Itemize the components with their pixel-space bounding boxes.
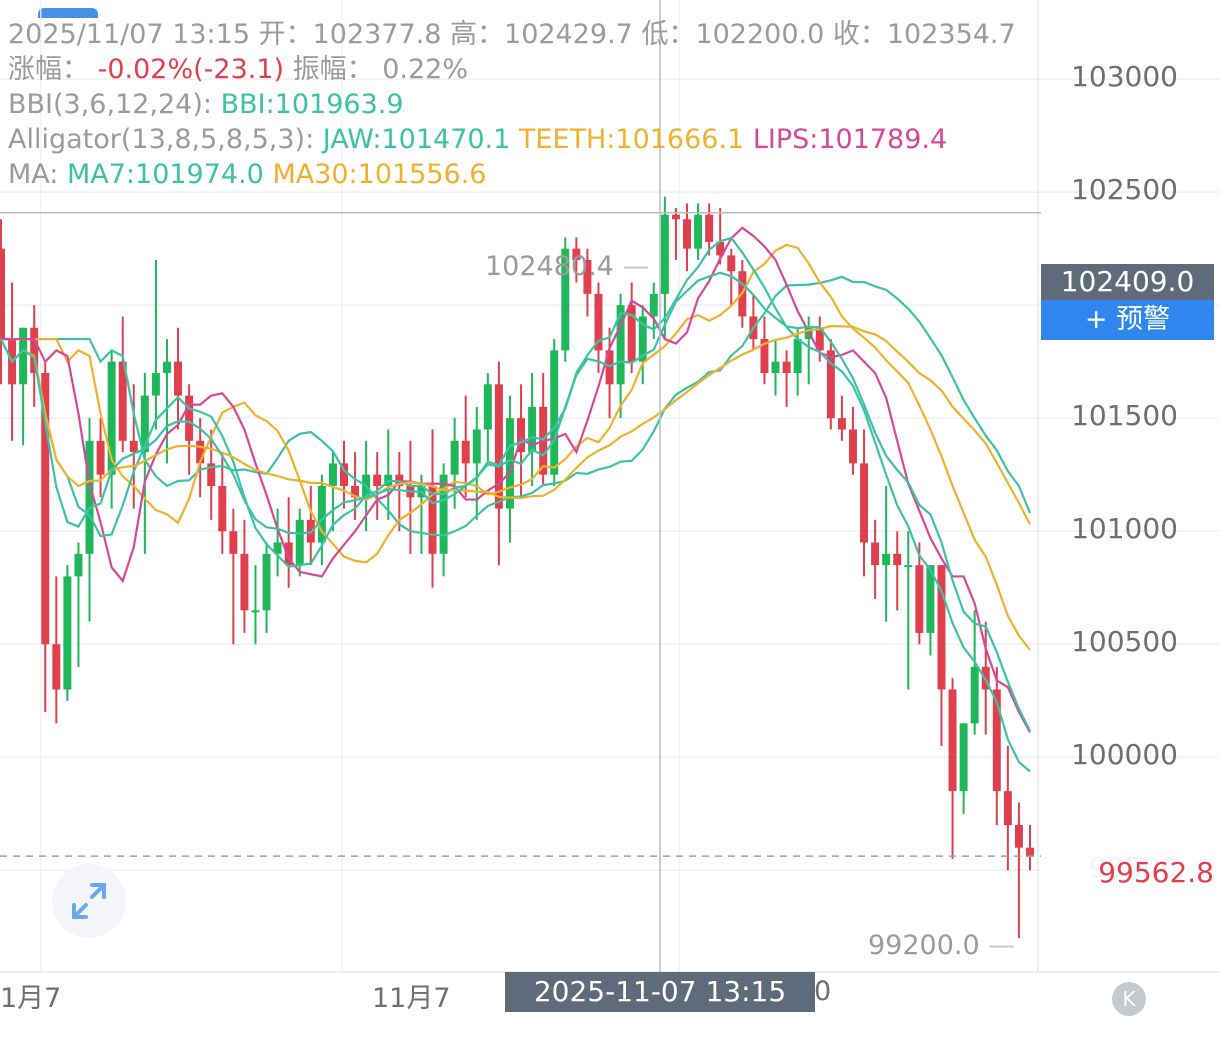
candle-body xyxy=(129,440,138,453)
info-segment: 开： xyxy=(258,19,313,50)
ma-line: MA: MA7:101974.0 MA30:101556.6 xyxy=(8,158,487,192)
candle-body xyxy=(0,248,5,340)
candles xyxy=(0,196,1034,939)
candle-body xyxy=(373,474,382,486)
candle-body xyxy=(771,361,780,373)
candle-body xyxy=(860,463,869,543)
candle-body xyxy=(328,463,337,486)
candle-body xyxy=(782,361,791,373)
candle-body xyxy=(970,666,979,724)
goto-latest-icon[interactable]: K xyxy=(1112,982,1146,1016)
info-segment: 102200.0 xyxy=(695,19,833,50)
info-segment: 2025/11/07 13:15 xyxy=(8,19,259,50)
candle-body xyxy=(848,429,857,464)
info-segment: 0.22% xyxy=(382,54,468,85)
candle-body xyxy=(705,214,714,242)
candle-body xyxy=(671,214,680,220)
candle-body xyxy=(19,327,28,385)
candle-body xyxy=(550,350,559,475)
info-segment: TEETH:101666.1 xyxy=(518,124,753,155)
change-line: 涨幅： -0.02%(-23.1) 振幅： 0.22% xyxy=(8,53,468,87)
candle-body xyxy=(727,255,736,272)
candle-body xyxy=(52,644,61,690)
candle-body xyxy=(683,219,691,249)
y-axis-label: 103000 xyxy=(1071,60,1178,94)
candle-body xyxy=(1014,825,1023,848)
info-segment: MA30:101556.6 xyxy=(272,159,487,190)
y-axis-label: 102500 xyxy=(1071,173,1178,207)
kline-chart[interactable]: 2025/11/07 13:15 开：102377.8 高：102429.7 低… xyxy=(0,0,1220,1037)
ohlc-line: 2025/11/07 13:15 开：102377.8 高：102429.7 低… xyxy=(8,18,1016,52)
candle-body xyxy=(185,395,194,441)
info-segment: BBI:101963.9 xyxy=(220,89,404,120)
candle-body xyxy=(251,610,260,613)
info-segment: BBI(3,6,12,24): xyxy=(8,89,221,120)
info-segment: 高： xyxy=(450,19,505,50)
info-segment: 低： xyxy=(641,19,696,50)
x-axis-label: 11月7 xyxy=(372,983,451,1014)
current-price-tag: 102409.0 xyxy=(1041,264,1214,300)
info-segment: JAW:101470.1 xyxy=(322,124,519,155)
price-alert-button[interactable]: + 预警 xyxy=(1041,300,1214,340)
info-segment: 102354.7 xyxy=(886,19,1016,50)
candle-body xyxy=(461,440,470,464)
x-axis-label: 1月7 xyxy=(0,983,62,1014)
info-segment: MA7:101974.0 xyxy=(66,159,273,190)
candle-body xyxy=(837,418,846,430)
candle-body xyxy=(882,553,891,566)
candle-body xyxy=(162,361,171,373)
candle-body xyxy=(660,214,669,294)
x-axis-label: 0 xyxy=(814,976,832,1007)
y-axis-label: 101500 xyxy=(1071,399,1178,433)
candle-body xyxy=(948,689,957,792)
info-segment: MA: xyxy=(8,159,67,190)
info-segment: LIPS:101789.4 xyxy=(752,124,948,155)
candle-body xyxy=(63,576,72,690)
last-price-label: 99562.8 xyxy=(1041,853,1220,893)
y-axis-label: 100500 xyxy=(1071,625,1178,659)
candle-body xyxy=(96,440,105,475)
candle-body xyxy=(151,372,160,396)
candle-body xyxy=(240,553,249,611)
candle-body xyxy=(74,553,83,577)
candle-body xyxy=(793,339,802,373)
candle-body xyxy=(1003,791,1012,826)
info-segment: 收： xyxy=(832,19,887,50)
candle-body xyxy=(262,553,271,611)
candle-body xyxy=(174,361,183,396)
high-price-label: 102480.4 — xyxy=(485,251,650,282)
info-segment: 102429.7 xyxy=(504,19,642,50)
candle-body xyxy=(904,565,913,568)
candle-body xyxy=(893,553,902,566)
crosshair-time-label: 2025-11-07 13:15 xyxy=(505,972,815,1012)
candle-body xyxy=(915,565,924,633)
candle-body xyxy=(483,384,492,430)
info-segment: 102377.8 xyxy=(312,19,451,50)
candle-body xyxy=(229,531,238,554)
candle-body xyxy=(450,440,459,475)
candle-body xyxy=(218,486,227,532)
expand-arrows-icon[interactable] xyxy=(52,864,126,938)
candle-body xyxy=(959,723,968,792)
info-segment: Alligator(13,8,5,8,5,3): xyxy=(8,124,323,155)
info-segment: 涨幅： xyxy=(8,54,98,85)
alligator-line: Alligator(13,8,5,8,5,3): JAW:101470.1 TE… xyxy=(8,123,947,157)
bbi-line: BBI(3,6,12,24): BBI:101963.9 xyxy=(8,88,404,122)
info-segment: 振幅： xyxy=(292,54,383,85)
candle-body xyxy=(871,542,880,566)
low-price-label: 99200.0 — xyxy=(868,930,1016,961)
candle-body xyxy=(472,429,481,464)
candle-body xyxy=(649,293,658,317)
y-axis-label: 100000 xyxy=(1071,738,1178,772)
info-segment: -0.02%(-23.1) xyxy=(97,54,293,85)
candle-body xyxy=(295,519,304,566)
y-axis-label: 101000 xyxy=(1071,512,1178,546)
candle-body xyxy=(694,214,703,249)
